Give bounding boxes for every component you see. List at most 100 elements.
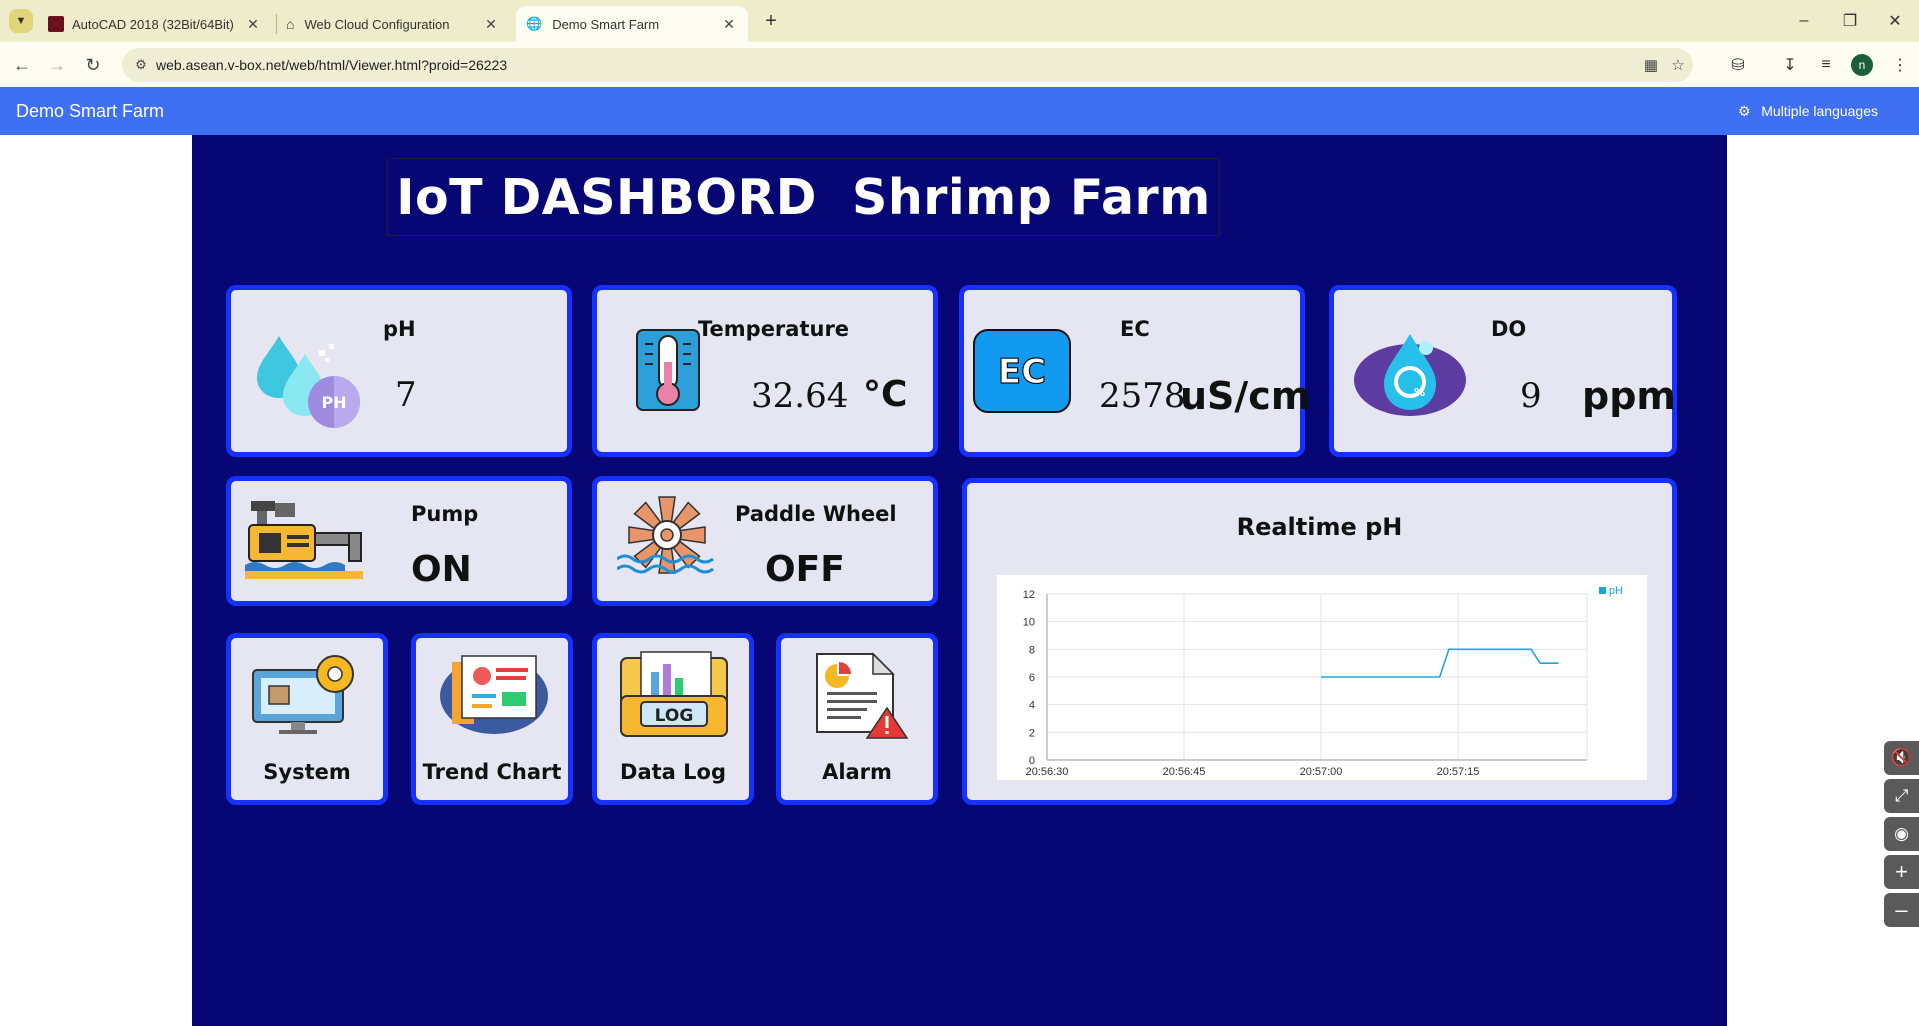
ec-value: 2578 (1099, 376, 1186, 416)
alarm-report-icon (816, 652, 909, 739)
autocad-favicon-icon (48, 16, 64, 32)
ph-line-chart: 02468101220:56:30 20:56:45 20:57:00 20:57:1… (1023, 585, 1623, 778)
do-value: 9 (1520, 376, 1542, 416)
ph-icon-text: PH (321, 393, 346, 412)
translate-icon[interactable]: ▦ (1642, 56, 1660, 74)
more-menu-icon[interactable]: ⋮ (1886, 51, 1914, 79)
y-tick-label: 12 (1023, 589, 1035, 601)
close-tab-icon[interactable]: ✕ (244, 15, 262, 33)
address-bar[interactable]: ⚙ web.asean.v-box.net/web/html/Viewer.ht… (122, 48, 1693, 82)
tab-title: Web Cloud Configuration (304, 16, 450, 32)
close-tab-icon[interactable]: ✕ (482, 15, 500, 33)
system-label: System (263, 760, 351, 784)
computer-settings-icon (252, 655, 354, 734)
dashboard-title-box: IoT DASHBORD Shrimp Farm (387, 158, 1220, 236)
close-tab-icon[interactable]: ✕ (720, 15, 738, 33)
y-tick-label: 2 (1029, 727, 1035, 739)
tab-separator (276, 14, 277, 34)
pump-label: Pump (411, 502, 479, 526)
x-tick-label: 20:57:15 (1437, 766, 1480, 778)
data-log-label: Data Log (620, 760, 726, 784)
globe-favicon-icon: 🌐 (526, 16, 543, 31)
minimize-window-icon[interactable]: – (1790, 8, 1818, 34)
x-tick-label: 20:56:30 (1026, 766, 1069, 778)
paddle-wheel-label: Paddle Wheel (735, 502, 897, 526)
trend-chart-label: Trend Chart (422, 760, 562, 784)
dissolved-oxygen-drop-icon: % (1354, 334, 1466, 416)
alarm-nav-button[interactable]: Alarm (776, 633, 938, 805)
paddle-wheel-state: OFF (765, 549, 845, 590)
ph-label: pH (383, 317, 416, 341)
realtime-ph-chart-card: Realtime pH 0 2 4 6 8 10 12 20:56:30 20:56:45 20:… (962, 478, 1677, 805)
temperature-value: 32.64 (751, 376, 849, 416)
tab-title: Demo Smart Farm (552, 16, 660, 32)
do-card: DO 9 ppm % (1329, 285, 1677, 457)
tab-search-button[interactable]: ▼ (9, 9, 33, 33)
x-tick-label: 20:57:00 (1300, 766, 1343, 778)
do-unit: ppm (1582, 374, 1676, 418)
chart-title: Realtime pH (1236, 513, 1403, 541)
zoom-out-icon[interactable]: – (1884, 893, 1919, 927)
home-favicon-icon: ⌂ (286, 16, 295, 32)
tab-autocad[interactable]: AutoCAD 2018 (32Bit/64Bit) โปร ✕ (44, 6, 272, 42)
tab-web-cloud-configuration[interactable]: ⌂ Web Cloud Configuration ✕ (280, 6, 510, 42)
thermometer-icon (636, 329, 700, 411)
y-tick-label: 8 (1029, 644, 1035, 656)
profile-avatar[interactable]: n (1851, 54, 1873, 76)
browser-toolbar: ← → ↻ ⚙ web.asean.v-box.net/web/html/Vie… (0, 42, 1919, 87)
paddle-wheel-icon (617, 496, 714, 574)
temperature-card: Temperature 32.64 °C (592, 285, 938, 457)
pump-card: Pump ON (226, 476, 572, 606)
x-tick-label: 20:56:45 (1163, 766, 1206, 778)
ec-badge-icon: EC (973, 329, 1071, 413)
tab-title: AutoCAD 2018 (32Bit/64Bit) โปร (72, 16, 237, 32)
fullscreen-icon[interactable]: ⤢ (1884, 779, 1919, 813)
extensions-icon[interactable]: ⛁ (1724, 51, 1752, 79)
do-label: DO (1491, 317, 1527, 341)
legend-swatch (1599, 587, 1606, 594)
language-label: Multiple languages (1761, 103, 1878, 119)
gear-icon: ⚙ (1737, 102, 1751, 119)
ec-label: EC (1120, 317, 1150, 341)
visibility-toggle-icon[interactable]: ◉ (1884, 817, 1919, 851)
trend-chart-nav-button[interactable]: Trend Chart (411, 633, 573, 805)
ph-series-line (1321, 648, 1559, 678)
paddle-wheel-card: Paddle Wheel OFF (592, 476, 938, 606)
svg-text:%: % (1414, 386, 1425, 399)
ec-icon-text: EC (998, 352, 1046, 392)
trend-chart-icon (440, 655, 548, 734)
close-window-icon[interactable]: ✕ (1881, 8, 1909, 34)
forward-arrow-icon[interactable]: → (43, 51, 71, 79)
dashboard-title: IoT DASHBORD Shrimp Farm (396, 168, 1211, 226)
site-info-icon[interactable]: ⚙ (132, 56, 150, 74)
browser-tab-strip: ▼ AutoCAD 2018 (32Bit/64Bit) โปร ✕ ⌂ Web… (0, 0, 1919, 42)
data-log-icon-text: LOG (655, 706, 694, 726)
alarm-label: Alarm (822, 760, 892, 784)
download-icon[interactable]: ↧ (1776, 51, 1804, 79)
system-nav-button[interactable]: System (226, 633, 388, 805)
reload-icon[interactable]: ↻ (79, 51, 107, 79)
address-url[interactable]: web.asean.v-box.net/web/html/Viewer.html… (156, 57, 507, 73)
back-arrow-icon[interactable]: ← (8, 51, 36, 79)
y-tick-label: 10 (1023, 617, 1035, 629)
reading-list-icon[interactable]: ≡ (1812, 51, 1840, 79)
restore-window-icon[interactable]: ❐ (1836, 8, 1864, 34)
bookmark-star-icon[interactable]: ☆ (1669, 56, 1687, 74)
chart-plot-area: 0 2 4 6 8 10 12 20:56:30 20:56:45 20:57:00 20:57:1… (997, 575, 1647, 780)
ec-card: EC 2578 uS/cm EC (959, 285, 1310, 457)
water-drops-ph-icon: PH (257, 336, 360, 428)
mute-icon[interactable]: 🔇 (1884, 741, 1919, 775)
app-header: Demo Smart Farm ⚙ Multiple languages (0, 87, 1919, 135)
data-log-nav-button[interactable]: LOG Data Log (592, 633, 754, 805)
temperature-unit: °C (863, 374, 908, 415)
tab-demo-smart-farm[interactable]: 🌐 Demo Smart Farm ✕ (516, 6, 748, 42)
language-selector[interactable]: ⚙ Multiple languages (1737, 102, 1878, 120)
dashboard-canvas: IoT DASHBORD Shrimp Farm pH 7 PH Tempera… (192, 135, 1727, 1026)
new-tab-plus-icon[interactable]: + (758, 8, 784, 34)
data-log-folder-icon: LOG (620, 651, 728, 737)
y-tick-label: 6 (1029, 672, 1035, 684)
ph-value: 7 (395, 375, 417, 415)
temperature-label: Temperature (698, 317, 850, 341)
zoom-in-icon[interactable]: + (1884, 855, 1919, 889)
water-pump-icon (245, 501, 363, 579)
